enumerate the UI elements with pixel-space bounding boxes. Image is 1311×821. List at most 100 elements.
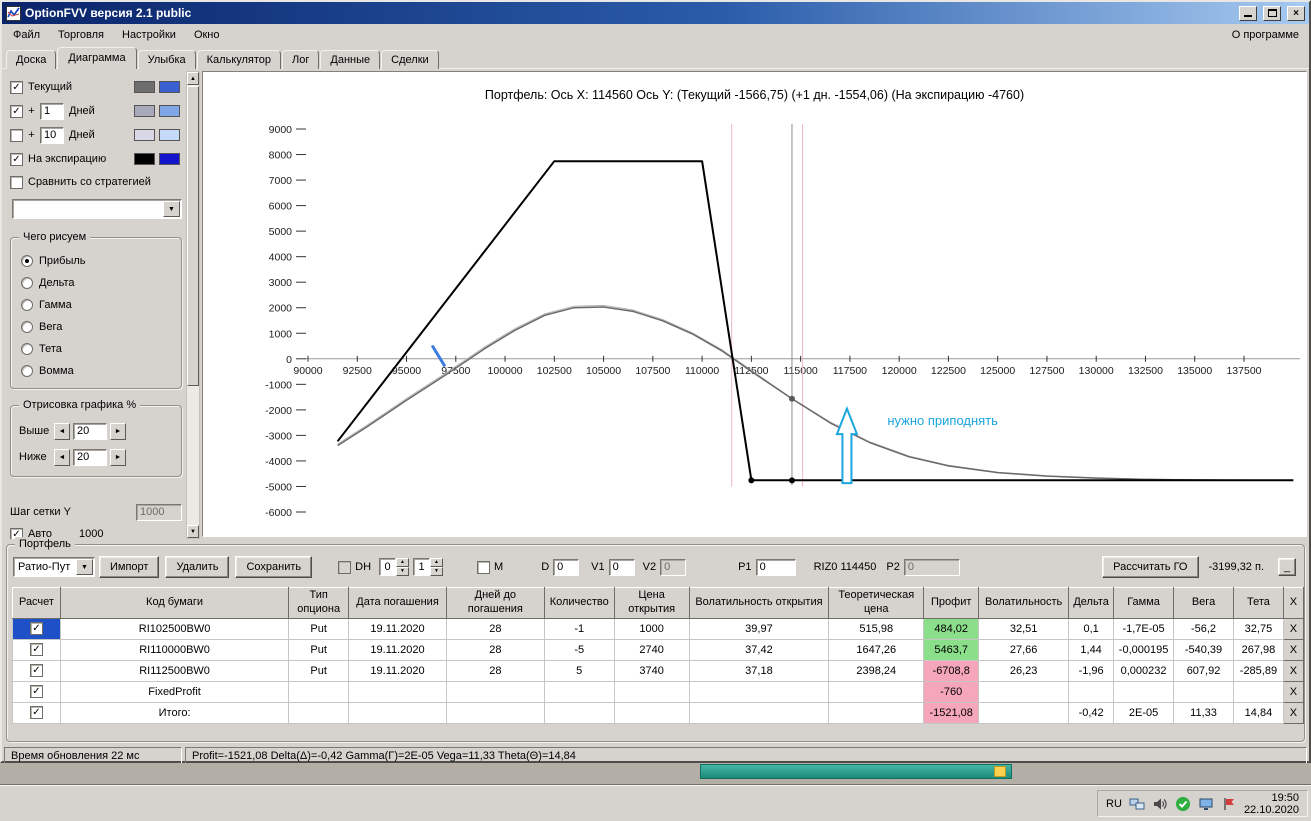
m-checkbox[interactable] xyxy=(477,560,491,574)
scrollbar-thumb[interactable] xyxy=(187,86,199,386)
decrease-button[interactable]: ◄ xyxy=(54,448,70,466)
d-input[interactable] xyxy=(553,558,580,576)
radio-icon[interactable] xyxy=(21,343,33,355)
series-checkbox-3[interactable]: ✓ xyxy=(10,152,23,166)
row-delete-button[interactable]: X xyxy=(1282,617,1305,640)
spin-down-icon[interactable]: ▼ xyxy=(430,567,444,576)
draw-option-Вомма[interactable]: Вомма xyxy=(21,360,181,382)
menu-item-Файл[interactable]: Файл xyxy=(4,26,49,44)
row-checkbox[interactable]: ✓ xyxy=(29,622,43,635)
menu-item-Настройки[interactable]: Настройки xyxy=(113,26,185,44)
chevron-down-icon[interactable]: ▼ xyxy=(163,201,180,217)
col-header-11[interactable]: Дельта xyxy=(1068,587,1115,619)
chevron-down-icon[interactable]: ▼ xyxy=(76,559,93,575)
taskbar-clock[interactable]: 19:50 22.10.2020 xyxy=(1244,792,1299,816)
row-calc-cell[interactable]: ✓ xyxy=(12,617,61,640)
row-checkbox[interactable]: ✓ xyxy=(29,643,43,656)
increase-button[interactable]: ► xyxy=(110,422,126,440)
col-header-14[interactable]: Тета xyxy=(1232,587,1284,619)
row-calc-cell[interactable]: ✓ xyxy=(12,659,61,682)
sidebar-scrollbar[interactable]: ▲ ▼ xyxy=(186,71,200,539)
series-checkbox-2[interactable] xyxy=(10,128,23,142)
draw-option-Дельта[interactable]: Дельта xyxy=(21,272,181,294)
v1-input[interactable] xyxy=(608,558,635,576)
tab-Сделки[interactable]: Сделки xyxy=(381,50,439,69)
scroll-down-icon[interactable]: ▼ xyxy=(187,525,199,538)
tab-Доска[interactable]: Доска xyxy=(6,50,57,69)
tab-Лог[interactable]: Лог xyxy=(282,50,320,69)
increase-button[interactable]: ► xyxy=(110,448,126,466)
tab-Диаграмма[interactable]: Диаграмма xyxy=(57,47,137,69)
col-header-9[interactable]: Профит xyxy=(923,587,980,619)
col-header-2[interactable]: Тип опциона xyxy=(288,587,350,619)
row-checkbox[interactable]: ✓ xyxy=(29,706,43,719)
row-calc-cell[interactable]: ✓ xyxy=(12,701,61,724)
draw-option-Тета[interactable]: Тета xyxy=(21,338,181,360)
compare-strategy-select[interactable]: ▼ xyxy=(12,199,182,219)
strategy-select[interactable]: Ратио-Пут ▼ xyxy=(13,557,95,577)
flag-icon[interactable] xyxy=(1221,796,1237,812)
row-delete-button[interactable]: X xyxy=(1282,680,1305,703)
spin-down-icon[interactable]: ▼ xyxy=(396,567,410,576)
radio-icon[interactable] xyxy=(21,365,33,377)
profit-chart[interactable]: -6000 -5000 -4000 -3000 -2000 -1000 0 1000 2000 3… xyxy=(203,72,1308,538)
status-ok-icon[interactable] xyxy=(1175,796,1191,812)
col-header-1[interactable]: Код бумаги xyxy=(59,587,290,619)
col-header-8[interactable]: Теоретическая цена xyxy=(828,587,925,619)
days-input-2[interactable] xyxy=(40,126,64,144)
collapse-portfolio-button[interactable]: _ xyxy=(1278,558,1296,576)
col-header-5[interactable]: Количество xyxy=(543,587,615,619)
tab-Данные[interactable]: Данные xyxy=(320,50,381,69)
spin-up-icon[interactable]: ▲ xyxy=(430,558,444,567)
row-calc-cell[interactable]: ✓ xyxy=(12,638,61,661)
save-button[interactable]: Сохранить xyxy=(235,556,313,578)
tab-Калькулятор[interactable]: Калькулятор xyxy=(196,50,282,69)
keyboard-language-indicator[interactable]: RU xyxy=(1106,798,1122,810)
close-button[interactable]: × xyxy=(1287,5,1305,21)
draw-option-Вега[interactable]: Вега xyxy=(21,316,181,338)
v2-input[interactable] xyxy=(660,558,687,576)
series-checkbox-1[interactable]: ✓ xyxy=(10,104,23,118)
spin-up-icon[interactable]: ▲ xyxy=(396,558,410,567)
minimize-button[interactable] xyxy=(1239,5,1257,21)
compare-checkbox[interactable] xyxy=(10,175,23,189)
import-button[interactable]: Импорт xyxy=(99,556,160,578)
radio-icon[interactable] xyxy=(21,321,33,333)
delete-button[interactable]: Удалить xyxy=(165,556,230,578)
col-header-3[interactable]: Дата погашения xyxy=(348,587,447,619)
menu-item-Окно[interactable]: Окно xyxy=(185,26,229,44)
network-icon[interactable] xyxy=(1129,796,1145,812)
menu-item-Торговля[interactable]: Торговля xyxy=(49,26,113,44)
decrease-button[interactable]: ◄ xyxy=(54,422,70,440)
row-delete-button[interactable]: X xyxy=(1282,701,1305,724)
row-checkbox[interactable]: ✓ xyxy=(29,664,43,677)
dh-spinner-1[interactable]: 0 ▲ ▼ xyxy=(379,558,410,576)
col-header-15[interactable]: X xyxy=(1282,587,1305,619)
p2-input[interactable] xyxy=(903,558,960,576)
scroll-up-icon[interactable]: ▲ xyxy=(187,72,199,85)
row-delete-button[interactable]: X xyxy=(1282,659,1305,682)
render-value-input-0[interactable] xyxy=(73,422,107,440)
row-delete-button[interactable]: X xyxy=(1282,638,1305,661)
col-header-0[interactable]: Расчет xyxy=(12,587,61,619)
row-calc-cell[interactable]: ✓ xyxy=(12,680,61,703)
col-header-12[interactable]: Гамма xyxy=(1113,587,1175,619)
about-menu-item[interactable]: О программе xyxy=(1228,26,1303,44)
display-icon[interactable] xyxy=(1198,796,1214,812)
col-header-6[interactable]: Цена открытия xyxy=(613,587,690,619)
days-input-1[interactable] xyxy=(40,102,64,120)
radio-icon[interactable] xyxy=(21,277,33,289)
col-header-7[interactable]: Волатильность открытия xyxy=(688,587,830,619)
col-header-10[interactable]: Волатильность xyxy=(978,587,1070,619)
draw-option-Прибыль[interactable]: Прибыль xyxy=(21,250,181,272)
calc-go-button[interactable]: Рассчитать ГО xyxy=(1102,556,1199,578)
radio-icon[interactable] xyxy=(21,299,33,311)
grid-y-input[interactable] xyxy=(136,503,182,521)
row-checkbox[interactable]: ✓ xyxy=(29,685,43,698)
volume-icon[interactable] xyxy=(1152,796,1168,812)
col-header-13[interactable]: Вега xyxy=(1173,587,1234,619)
radio-icon[interactable] xyxy=(21,255,33,267)
series-checkbox-0[interactable]: ✓ xyxy=(10,80,23,94)
dh-checkbox[interactable] xyxy=(338,560,352,574)
draw-option-Гамма[interactable]: Гамма xyxy=(21,294,181,316)
